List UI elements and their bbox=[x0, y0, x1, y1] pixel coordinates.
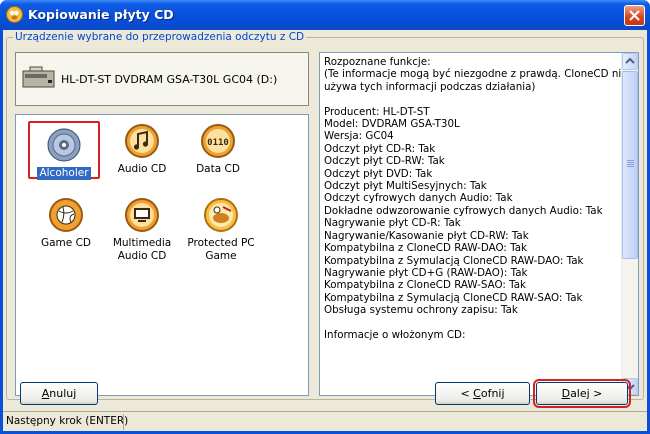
device-groupbox: Urządzenie wybrane do przeprowadzenia od… bbox=[6, 31, 644, 400]
info-line: Wersja: GC04 bbox=[324, 130, 394, 143]
close-icon bbox=[629, 10, 640, 21]
profile-game-cd[interactable]: Game CD bbox=[28, 197, 104, 250]
profile-protected-pc-game[interactable]: Protected PC Game bbox=[180, 197, 262, 263]
info-line: Producent: HL-DT-ST bbox=[324, 105, 430, 118]
status-divider bbox=[123, 414, 124, 430]
info-line: Rozpoznane funkcje: bbox=[324, 56, 431, 68]
protected-game-icon bbox=[204, 198, 238, 232]
scroll-up-button[interactable] bbox=[622, 53, 638, 70]
info-line: Dokładne odwzorowanie cyfrowych danych A… bbox=[324, 204, 603, 217]
info-line: używa tych informacji podczas działania) bbox=[324, 80, 536, 93]
copy-profile-list[interactable]: Alcoholer Audio CD 0110 Data CD Game CD … bbox=[15, 114, 309, 396]
selected-device[interactable]: HL-DT-ST DVDRAM GSA-T30L GC04 (D:) bbox=[15, 52, 309, 106]
chevron-up-icon bbox=[625, 57, 635, 64]
status-bar: Następny krok (ENTER) bbox=[3, 411, 647, 431]
info-line: Odczyt płyt MultiSesyjnych: Tak bbox=[324, 180, 487, 193]
info-line: Kompatybilna z CloneCD RAW-SAO: Tak bbox=[324, 279, 527, 292]
next-button[interactable]: Dalej > bbox=[533, 379, 631, 408]
tile-label: Data CD bbox=[196, 163, 240, 175]
drive-info-textbox[interactable]: Rozpoznane funkcje: (Te informacje mogą b… bbox=[319, 52, 639, 396]
window-title: Kopiowanie płyty CD bbox=[28, 7, 174, 22]
info-line: Odczyt płyt CD-RW: Tak bbox=[324, 155, 445, 168]
info-line: Odczyt płyt CD-R: Tak bbox=[324, 142, 436, 155]
drive-info-text: Rozpoznane funkcje: (Te informacje mogą b… bbox=[324, 56, 628, 341]
dialog-window: Kopiowanie płyty CD Urządzenie wybrane d… bbox=[0, 0, 650, 434]
tile-label: Audio CD bbox=[117, 163, 167, 175]
info-line: Nagrywanie/Kasowanie płyt CD-RW: Tak bbox=[324, 229, 529, 242]
info-line: Kompatybilna z Symulacją CloneCD RAW-DAO… bbox=[324, 254, 584, 267]
music-note-icon bbox=[125, 124, 159, 158]
clonecd-sheep-icon bbox=[6, 6, 23, 23]
volleyball-icon bbox=[49, 198, 83, 232]
group-label: Urządzenie wybrane do przeprowadzenia od… bbox=[13, 31, 307, 43]
info-line: Nagrywanie płyt CD-R: Tak bbox=[324, 217, 461, 230]
close-button[interactable] bbox=[624, 5, 645, 26]
info-line: Kompatybilna z CloneCD RAW-DAO: Tak bbox=[324, 242, 528, 255]
tile-label: Alcoholer bbox=[37, 167, 91, 180]
vertical-scrollbar[interactable] bbox=[621, 53, 638, 395]
back-button[interactable]: < Cofnij bbox=[435, 382, 530, 405]
status-text: Następny krok (ENTER) bbox=[6, 415, 129, 427]
profile-alcoholer[interactable]: Alcoholer bbox=[28, 121, 100, 180]
info-line: Obsługa systemu ochrony zapisu: Tak bbox=[324, 304, 518, 317]
monitor-icon bbox=[125, 198, 159, 232]
info-line: Model: DVDRAM GSA-T30L bbox=[324, 118, 460, 131]
cd-drive-icon bbox=[22, 66, 55, 88]
info-line: Kompatybilna z Symulacją CloneCD RAW-SAO… bbox=[324, 291, 583, 304]
info-line bbox=[324, 93, 620, 105]
device-name: HL-DT-ST DVDRAM GSA-T30L GC04 (D:) bbox=[61, 73, 278, 86]
title-bar[interactable]: Kopiowanie płyty CD bbox=[0, 0, 650, 30]
info-line: (Te informacje mogą być niezgodne z praw… bbox=[324, 68, 628, 81]
info-line: Nagrywanie płyt CD+G (RAW-DAO): Tak bbox=[324, 266, 528, 279]
profile-audio-cd[interactable]: Audio CD bbox=[104, 123, 180, 176]
alcoholer-disc-icon bbox=[47, 128, 81, 162]
info-line: Informacje o włożonym CD: bbox=[324, 328, 466, 341]
info-line bbox=[324, 317, 620, 329]
tile-label: Multimedia Audio CD bbox=[112, 237, 172, 262]
cancel-button[interactable]: Anuluj bbox=[20, 382, 98, 405]
dialog-client: Urządzenie wybrane do przeprowadzenia od… bbox=[3, 30, 647, 431]
svg-text:0110: 0110 bbox=[207, 138, 229, 148]
info-line: Odczyt płyt DVD: Tak bbox=[324, 167, 433, 180]
profile-multimedia-audio-cd[interactable]: Multimedia Audio CD bbox=[104, 197, 180, 263]
profile-data-cd[interactable]: 0110 Data CD bbox=[180, 123, 256, 176]
tile-label: Game CD bbox=[40, 237, 91, 249]
tile-label: Protected PC Game bbox=[187, 237, 255, 262]
scroll-thumb[interactable] bbox=[622, 71, 638, 259]
binary-data-icon: 0110 bbox=[201, 124, 235, 158]
info-line: Odczyt cyfrowych danych Audio: Tak bbox=[324, 192, 513, 205]
